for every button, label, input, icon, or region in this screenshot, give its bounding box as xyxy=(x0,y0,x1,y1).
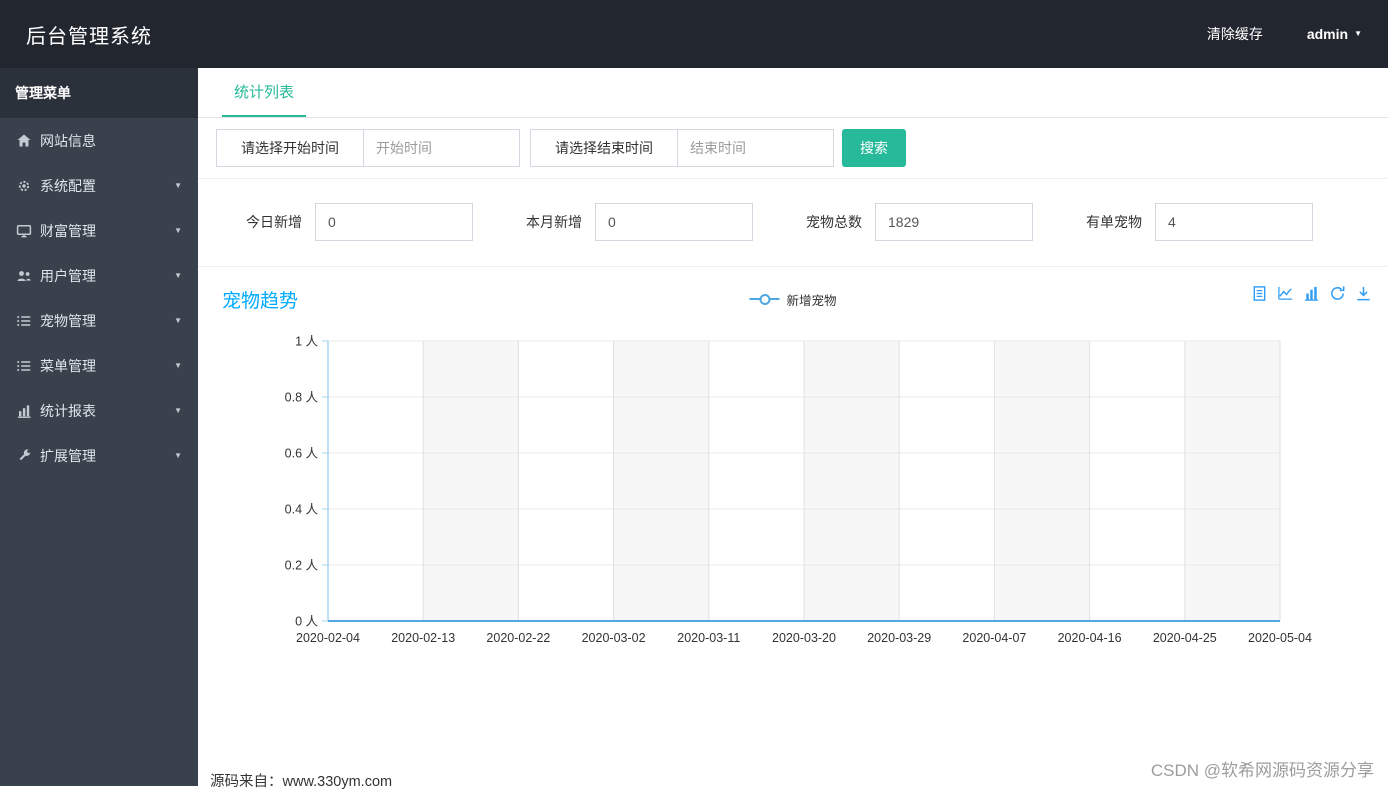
chevron-down-icon: ▼ xyxy=(174,361,182,370)
pet-total-input[interactable] xyxy=(875,203,1033,241)
svg-text:0 人: 0 人 xyxy=(295,615,318,629)
topbar: 后台管理系统 清除缓存 admin ▼ xyxy=(0,0,1388,68)
chevron-down-icon: ▼ xyxy=(174,271,182,280)
svg-text:0.2 人: 0.2 人 xyxy=(285,559,319,573)
watermark: CSDN @软希网源码资源分享 xyxy=(1150,761,1374,780)
wrench-icon xyxy=(16,448,40,464)
username-label: admin xyxy=(1306,26,1349,42)
stat-pets-with-orders: 有单宠物 xyxy=(1086,203,1313,241)
svg-text:2020-03-29: 2020-03-29 xyxy=(867,631,931,645)
svg-text:2020-04-25: 2020-04-25 xyxy=(1153,631,1217,645)
stat-today-new: 今日新增 xyxy=(246,203,473,241)
sidebar-item-system-config[interactable]: 系统配置 ▼ xyxy=(0,163,198,208)
svg-text:2020-04-07: 2020-04-07 xyxy=(962,631,1026,645)
chart-title: 宠物趋势 xyxy=(222,290,299,312)
legend-label: 新增宠物 xyxy=(786,293,837,308)
sidebar-item-label: 扩展管理 xyxy=(40,447,96,464)
stats-row: 今日新增 本月新增 宠物总数 有单宠物 xyxy=(198,179,1388,267)
sidebar-item-label: 网站信息 xyxy=(40,132,96,149)
svg-text:2020-02-04: 2020-02-04 xyxy=(296,631,360,645)
chevron-down-icon: ▼ xyxy=(174,406,182,415)
sidebar-item-label: 菜单管理 xyxy=(40,357,96,374)
list-icon xyxy=(16,313,40,329)
trend-chart: 0 人 0.2 人 0.4 人 0.6 人 0.8 人 1 人 2020-02-04 2020… xyxy=(285,335,1312,646)
legend-line-marker-icon xyxy=(749,293,780,305)
svg-text:1 人: 1 人 xyxy=(295,335,318,349)
sidebar-item-label: 用户管理 xyxy=(40,267,96,284)
stat-label: 本月新增 xyxy=(526,214,582,230)
bar-chart-type-icon[interactable] xyxy=(1303,285,1320,302)
sidebar-item-label: 统计报表 xyxy=(40,402,96,419)
stat-month-new: 本月新增 xyxy=(526,203,753,241)
sidebar-header: 管理菜单 xyxy=(0,68,198,118)
chart-section: 宠物趋势 新增宠物 0 人 0.2 人 0.4 人 0.6 人 0.8 人 1 … xyxy=(198,267,1388,656)
main-content: 统计列表 请选择开始时间 请选择结束时间 搜索 今日新增 本月新增 xyxy=(198,68,1388,786)
pets-with-orders-input[interactable] xyxy=(1155,203,1313,241)
chart-toolbox xyxy=(1251,285,1372,302)
svg-text:2020-03-02: 2020-03-02 xyxy=(582,631,646,645)
user-menu[interactable]: admin ▼ xyxy=(1307,26,1362,42)
sidebar-item-label: 系统配置 xyxy=(40,177,96,194)
sidebar-item-menus[interactable]: 菜单管理 ▼ xyxy=(0,343,198,388)
svg-text:2020-05-04: 2020-05-04 xyxy=(1248,631,1312,645)
source-credit: 源码来自：www.330ym.com xyxy=(210,774,393,790)
app-title: 后台管理系统 xyxy=(26,25,152,48)
sidebar-item-users[interactable]: 用户管理 ▼ xyxy=(0,253,198,298)
stat-label: 宠物总数 xyxy=(806,214,862,230)
filter-row: 请选择开始时间 请选择结束时间 搜索 xyxy=(198,118,1388,179)
end-time-input[interactable] xyxy=(677,129,834,167)
start-time-input[interactable] xyxy=(363,129,520,167)
start-time-picker-button[interactable]: 请选择开始时间 xyxy=(216,129,364,167)
tab-statistics-list[interactable]: 统计列表 xyxy=(222,68,307,117)
legend-item-new-pets[interactable]: 新增宠物 xyxy=(749,290,837,309)
download-icon[interactable] xyxy=(1355,285,1372,302)
search-button[interactable]: 搜索 xyxy=(842,129,906,167)
sidebar: 管理菜单 网站信息 系统配置 ▼ 财富管理 ▼ 用户管理 ▼ 宠物管理 ▼ 菜单… xyxy=(0,68,198,786)
data-view-icon[interactable] xyxy=(1251,285,1268,302)
svg-text:2020-02-22: 2020-02-22 xyxy=(486,631,550,645)
clear-cache-button[interactable]: 清除缓存 xyxy=(1207,24,1263,44)
svg-text:2020-03-20: 2020-03-20 xyxy=(772,631,836,645)
stat-label: 今日新增 xyxy=(246,214,302,230)
chevron-down-icon: ▼ xyxy=(174,226,182,235)
display-icon xyxy=(16,223,40,239)
month-new-input[interactable] xyxy=(595,203,753,241)
sidebar-item-site-info[interactable]: 网站信息 xyxy=(0,118,198,163)
stat-pet-total: 宠物总数 xyxy=(806,203,1033,241)
sidebar-item-wealth[interactable]: 财富管理 ▼ xyxy=(0,208,198,253)
svg-text:0.8 人: 0.8 人 xyxy=(285,391,319,405)
sidebar-item-extensions[interactable]: 扩展管理 ▼ xyxy=(0,433,198,478)
svg-text:0.6 人: 0.6 人 xyxy=(285,447,319,461)
list-icon xyxy=(16,358,40,374)
tab-bar: 统计列表 xyxy=(198,68,1388,118)
gears-icon xyxy=(16,178,40,194)
line-chart-type-icon[interactable] xyxy=(1277,285,1294,302)
sidebar-item-label: 财富管理 xyxy=(40,222,96,239)
sidebar-item-label: 宠物管理 xyxy=(40,312,96,329)
today-new-input[interactable] xyxy=(315,203,473,241)
home-icon xyxy=(16,133,40,149)
end-time-picker-button[interactable]: 请选择结束时间 xyxy=(530,129,678,167)
chevron-down-icon: ▼ xyxy=(1354,29,1362,38)
users-icon xyxy=(16,268,40,284)
chevron-down-icon: ▼ xyxy=(174,316,182,325)
stat-label: 有单宠物 xyxy=(1086,214,1142,230)
svg-text:2020-04-16: 2020-04-16 xyxy=(1058,631,1122,645)
sidebar-item-reports[interactable]: 统计报表 ▼ xyxy=(0,388,198,433)
bar-chart-icon xyxy=(16,403,40,419)
svg-text:2020-03-11: 2020-03-11 xyxy=(677,631,740,645)
sidebar-item-pets[interactable]: 宠物管理 ▼ xyxy=(0,298,198,343)
chevron-down-icon: ▼ xyxy=(174,181,182,190)
svg-text:2020-02-13: 2020-02-13 xyxy=(391,631,455,645)
svg-text:0.4 人: 0.4 人 xyxy=(285,503,319,517)
chevron-down-icon: ▼ xyxy=(174,451,182,460)
refresh-icon[interactable] xyxy=(1329,285,1346,302)
